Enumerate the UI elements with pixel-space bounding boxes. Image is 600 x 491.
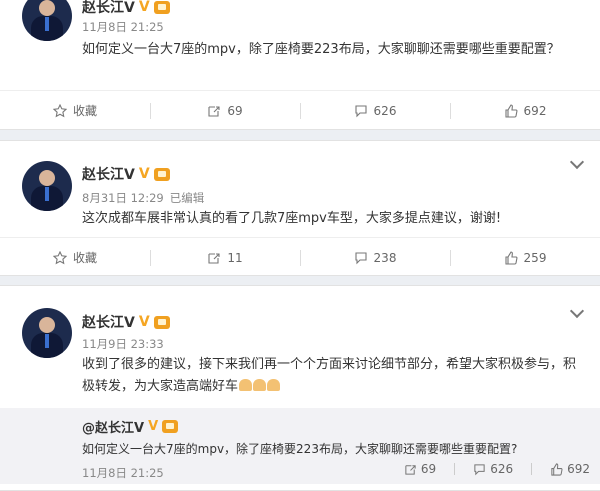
verified-badge: V	[148, 419, 159, 434]
original-author-row: @赵长江V V	[82, 417, 179, 436]
star-icon	[52, 250, 67, 264]
member-crown-icon	[162, 420, 179, 433]
verified-badge: V	[138, 166, 150, 182]
verified-badge: V	[138, 314, 150, 330]
post-time[interactable]: 8月31日 12:29 已编辑	[82, 190, 204, 206]
divider	[531, 463, 533, 475]
divider	[454, 463, 456, 475]
comment-button[interactable]: 626	[300, 91, 450, 130]
collect-button[interactable]: 收藏	[0, 91, 150, 130]
star-icon	[52, 103, 67, 117]
pray-emoji-icon	[239, 379, 253, 391]
like-count: 259	[523, 250, 547, 265]
post-time[interactable]: 11月9日 23:33	[82, 336, 164, 352]
like-button[interactable]: 692	[450, 91, 600, 130]
collect-button[interactable]: 收藏	[0, 238, 150, 277]
edited-label: 已编辑	[169, 191, 205, 205]
author-name[interactable]: 赵长江V	[82, 312, 135, 332]
author-row: 赵长江V V	[82, 0, 170, 17]
original-comment-count: 626	[490, 462, 514, 476]
post-text: 这次成都车展非常认真的看了几款7座mpv车型，大家多提点建议，谢谢!	[82, 211, 502, 226]
weibo-post-2: 赵长江V V 8月31日 12:29 已编辑 这次成都车展非常认真的看了几款7座m…	[0, 140, 600, 276]
repost-count: 11	[227, 250, 243, 265]
comment-count: 238	[373, 250, 397, 265]
chevron-down-icon[interactable]	[569, 154, 585, 170]
avatar[interactable]	[22, 161, 72, 211]
repost-button[interactable]: 69	[150, 91, 300, 130]
original-repost-count: 69	[420, 462, 437, 476]
weibo-post-1: 赵长江V V 11月8日 21:25 如何定义一台大7座的mpv，除了座椅要22…	[0, 0, 600, 130]
post-text: 收到了很多的建议，接下来我们再一个个方面来讨论细节部分，希望大家积极参与，积极转…	[82, 357, 577, 394]
member-crown-icon	[153, 0, 170, 14]
author-row: 赵长江V V	[82, 312, 170, 332]
author-name[interactable]: 赵长江V	[82, 0, 135, 17]
member-crown-icon	[153, 315, 170, 329]
verified-badge: V	[138, 0, 150, 15]
action-bar: 收藏 69 626 692	[0, 90, 600, 130]
collect-label: 收藏	[72, 104, 97, 118]
comment-icon	[354, 251, 367, 264]
repost-icon	[208, 105, 220, 117]
original-comment-button[interactable]: 626	[473, 462, 513, 476]
like-button[interactable]: 259	[450, 238, 600, 277]
like-count: 692	[523, 103, 547, 118]
repost-count: 69	[227, 103, 243, 118]
original-like-count: 692	[567, 462, 590, 476]
chevron-down-icon[interactable]	[569, 303, 585, 319]
pray-emoji-icon	[253, 379, 267, 391]
thumbs-up-icon	[551, 462, 563, 476]
repost-icon	[208, 252, 220, 264]
avatar[interactable]	[22, 0, 72, 41]
repost-button[interactable]: 11	[150, 238, 300, 277]
collect-label: 收藏	[72, 251, 97, 265]
thumbs-up-icon	[504, 103, 518, 118]
original-like-button[interactable]: 692	[550, 462, 590, 476]
thumbs-up-icon	[504, 250, 518, 265]
original-repost-button[interactable]: 69	[404, 462, 436, 476]
post-time[interactable]: 11月8日 21:25	[82, 19, 164, 35]
author-name[interactable]: 赵长江V	[82, 164, 135, 184]
member-crown-icon	[153, 167, 170, 181]
comment-icon	[474, 463, 485, 475]
original-action-bar: 69 626 692	[404, 462, 590, 476]
comment-count: 626	[373, 103, 397, 118]
repost-icon	[405, 464, 416, 475]
reposted-original[interactable]: @赵长江V V 如何定义一台大7座的mpv，除了座椅要223布局，大家聊聊还需要…	[0, 408, 600, 484]
original-text: 如何定义一台大7座的mpv，除了座椅要223布局，大家聊聊还需要哪些重要配置?	[82, 442, 518, 456]
comment-icon	[354, 104, 367, 117]
action-bar: 收藏 11 238 259	[0, 237, 600, 277]
original-time[interactable]: 11月8日 21:25	[82, 465, 164, 481]
pray-emoji-icon	[267, 379, 281, 391]
comment-button[interactable]: 238	[300, 238, 450, 277]
post-text: 如何定义一台大7座的mpv，除了座椅要223布局，大家聊聊还需要哪些重要配置？	[82, 42, 560, 57]
avatar[interactable]	[22, 308, 72, 358]
author-row: 赵长江V V	[82, 164, 170, 184]
original-author-name[interactable]: @赵长江V	[82, 417, 144, 436]
